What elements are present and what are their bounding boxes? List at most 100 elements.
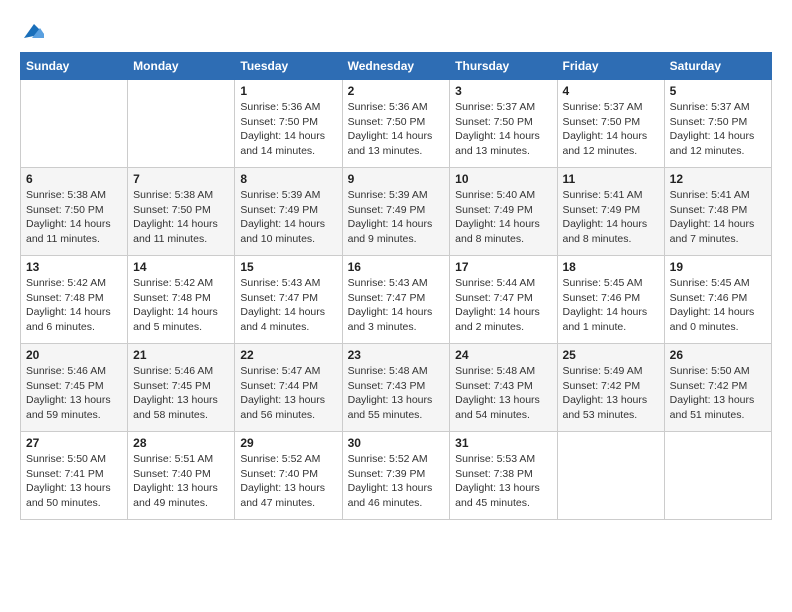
- day-number: 31: [455, 436, 551, 450]
- day-number: 11: [563, 172, 659, 186]
- calendar-cell: 17Sunrise: 5:44 AM Sunset: 7:47 PM Dayli…: [450, 256, 557, 344]
- day-info: Sunrise: 5:50 AM Sunset: 7:41 PM Dayligh…: [26, 453, 111, 509]
- calendar-cell: 1 Sunrise: 5:36 AM Sunset: 7:50 PM Daylig…: [235, 80, 342, 168]
- day-number: 5: [670, 84, 766, 98]
- day-info: Sunrise: 5:38 AM Sunset: 7:50 PM Dayligh…: [26, 189, 111, 245]
- day-info: Sunrise: 5:39 AM Sunset: 7:49 PM Dayligh…: [348, 189, 433, 245]
- weekday-header: Saturday: [664, 53, 771, 80]
- day-number: 21: [133, 348, 229, 362]
- day-number: 7: [133, 172, 229, 186]
- day-number: 3: [455, 84, 551, 98]
- day-info: Sunrise: 5:41 AM Sunset: 7:49 PM Dayligh…: [563, 189, 648, 245]
- calendar-row: 20 Sunrise: 5:46 AM Sunset: 7:45 PM Dayli…: [21, 344, 772, 432]
- day-info: Sunrise: 5:47 AM Sunset: 7:44 PM Dayligh…: [240, 365, 325, 421]
- calendar-cell: 22 Sunrise: 5:47 AM Sunset: 7:44 PM Dayli…: [235, 344, 342, 432]
- day-number: 30: [348, 436, 445, 450]
- weekday-header: Tuesday: [235, 53, 342, 80]
- day-info: Sunrise: 5:50 AM Sunset: 7:42 PM Dayligh…: [670, 365, 755, 421]
- calendar-table: SundayMondayTuesdayWednesdayThursdayFrid…: [20, 52, 772, 520]
- weekday-header: Thursday: [450, 53, 557, 80]
- calendar-cell: 6 Sunrise: 5:38 AM Sunset: 7:50 PM Daylig…: [21, 168, 128, 256]
- calendar-row: 6 Sunrise: 5:38 AM Sunset: 7:50 PM Daylig…: [21, 168, 772, 256]
- day-info: Sunrise: 5:36 AM Sunset: 7:50 PM Dayligh…: [240, 101, 325, 157]
- day-info: Sunrise: 5:42 AM Sunset: 7:48 PM Dayligh…: [26, 277, 111, 333]
- page-header: [20, 20, 772, 42]
- day-number: 28: [133, 436, 229, 450]
- day-info: Sunrise: 5:52 AM Sunset: 7:40 PM Dayligh…: [240, 453, 325, 509]
- day-number: 8: [240, 172, 336, 186]
- calendar-cell: 19 Sunrise: 5:45 AM Sunset: 7:46 PM Dayli…: [664, 256, 771, 344]
- day-number: 15: [240, 260, 336, 274]
- calendar-cell: 23 Sunrise: 5:48 AM Sunset: 7:43 PM Dayli…: [342, 344, 450, 432]
- calendar-cell: 8Sunrise: 5:39 AM Sunset: 7:49 PM Daylig…: [235, 168, 342, 256]
- calendar-cell: 25 Sunrise: 5:49 AM Sunset: 7:42 PM Dayli…: [557, 344, 664, 432]
- day-info: Sunrise: 5:46 AM Sunset: 7:45 PM Dayligh…: [133, 365, 218, 421]
- calendar-cell: 7 Sunrise: 5:38 AM Sunset: 7:50 PM Daylig…: [128, 168, 235, 256]
- calendar-cell: [21, 80, 128, 168]
- weekday-header: Friday: [557, 53, 664, 80]
- calendar-body: 1 Sunrise: 5:36 AM Sunset: 7:50 PM Daylig…: [21, 80, 772, 520]
- weekday-header: Monday: [128, 53, 235, 80]
- day-number: 12: [670, 172, 766, 186]
- calendar-cell: 30 Sunrise: 5:52 AM Sunset: 7:39 PM Dayli…: [342, 432, 450, 520]
- day-number: 25: [563, 348, 659, 362]
- calendar-cell: 3 Sunrise: 5:37 AM Sunset: 7:50 PM Daylig…: [450, 80, 557, 168]
- day-number: 27: [26, 436, 122, 450]
- day-info: Sunrise: 5:41 AM Sunset: 7:48 PM Dayligh…: [670, 189, 755, 245]
- day-info: Sunrise: 5:45 AM Sunset: 7:46 PM Dayligh…: [563, 277, 648, 333]
- day-number: 14: [133, 260, 229, 274]
- logo: [20, 20, 44, 42]
- day-number: 22: [240, 348, 336, 362]
- day-number: 24: [455, 348, 551, 362]
- day-number: 18: [563, 260, 659, 274]
- day-info: Sunrise: 5:51 AM Sunset: 7:40 PM Dayligh…: [133, 453, 218, 509]
- day-number: 4: [563, 84, 659, 98]
- day-info: Sunrise: 5:53 AM Sunset: 7:38 PM Dayligh…: [455, 453, 540, 509]
- day-number: 23: [348, 348, 445, 362]
- day-info: Sunrise: 5:45 AM Sunset: 7:46 PM Dayligh…: [670, 277, 755, 333]
- calendar-cell: 29 Sunrise: 5:52 AM Sunset: 7:40 PM Dayli…: [235, 432, 342, 520]
- calendar-cell: [128, 80, 235, 168]
- calendar-cell: 11 Sunrise: 5:41 AM Sunset: 7:49 PM Dayli…: [557, 168, 664, 256]
- day-number: 1: [240, 84, 336, 98]
- calendar-cell: 10 Sunrise: 5:40 AM Sunset: 7:49 PM Dayli…: [450, 168, 557, 256]
- calendar-cell: 26 Sunrise: 5:50 AM Sunset: 7:42 PM Dayli…: [664, 344, 771, 432]
- day-number: 26: [670, 348, 766, 362]
- day-info: Sunrise: 5:43 AM Sunset: 7:47 PM Dayligh…: [348, 277, 433, 333]
- calendar-cell: [664, 432, 771, 520]
- day-number: 29: [240, 436, 336, 450]
- day-info: Sunrise: 5:48 AM Sunset: 7:43 PM Dayligh…: [455, 365, 540, 421]
- day-info: Sunrise: 5:42 AM Sunset: 7:48 PM Dayligh…: [133, 277, 218, 333]
- day-info: Sunrise: 5:43 AM Sunset: 7:47 PM Dayligh…: [240, 277, 325, 333]
- calendar-cell: [557, 432, 664, 520]
- day-number: 19: [670, 260, 766, 274]
- day-info: Sunrise: 5:37 AM Sunset: 7:50 PM Dayligh…: [563, 101, 648, 157]
- day-number: 6: [26, 172, 122, 186]
- calendar-row: 27 Sunrise: 5:50 AM Sunset: 7:41 PM Dayli…: [21, 432, 772, 520]
- calendar-cell: 18 Sunrise: 5:45 AM Sunset: 7:46 PM Dayli…: [557, 256, 664, 344]
- day-info: Sunrise: 5:37 AM Sunset: 7:50 PM Dayligh…: [670, 101, 755, 157]
- calendar-cell: 24 Sunrise: 5:48 AM Sunset: 7:43 PM Dayli…: [450, 344, 557, 432]
- day-number: 10: [455, 172, 551, 186]
- day-info: Sunrise: 5:49 AM Sunset: 7:42 PM Dayligh…: [563, 365, 648, 421]
- day-number: 2: [348, 84, 445, 98]
- calendar-cell: 13Sunrise: 5:42 AM Sunset: 7:48 PM Dayli…: [21, 256, 128, 344]
- day-number: 20: [26, 348, 122, 362]
- calendar-cell: 15 Sunrise: 5:43 AM Sunset: 7:47 PM Dayli…: [235, 256, 342, 344]
- day-info: Sunrise: 5:52 AM Sunset: 7:39 PM Dayligh…: [348, 453, 433, 509]
- calendar-cell: 27 Sunrise: 5:50 AM Sunset: 7:41 PM Dayli…: [21, 432, 128, 520]
- calendar-cell: 2 Sunrise: 5:36 AM Sunset: 7:50 PM Daylig…: [342, 80, 450, 168]
- calendar-cell: 14 Sunrise: 5:42 AM Sunset: 7:48 PM Dayli…: [128, 256, 235, 344]
- day-info: Sunrise: 5:44 AM Sunset: 7:47 PM Dayligh…: [455, 277, 540, 333]
- calendar-cell: 16Sunrise: 5:43 AM Sunset: 7:47 PM Dayli…: [342, 256, 450, 344]
- calendar-cell: 28 Sunrise: 5:51 AM Sunset: 7:40 PM Dayli…: [128, 432, 235, 520]
- day-info: Sunrise: 5:46 AM Sunset: 7:45 PM Dayligh…: [26, 365, 111, 421]
- day-info: Sunrise: 5:40 AM Sunset: 7:49 PM Dayligh…: [455, 189, 540, 245]
- calendar-header: SundayMondayTuesdayWednesdayThursdayFrid…: [21, 53, 772, 80]
- calendar-row: 1 Sunrise: 5:36 AM Sunset: 7:50 PM Daylig…: [21, 80, 772, 168]
- day-info: Sunrise: 5:38 AM Sunset: 7:50 PM Dayligh…: [133, 189, 218, 245]
- day-info: Sunrise: 5:48 AM Sunset: 7:43 PM Dayligh…: [348, 365, 433, 421]
- day-info: Sunrise: 5:37 AM Sunset: 7:50 PM Dayligh…: [455, 101, 540, 157]
- calendar-row: 13Sunrise: 5:42 AM Sunset: 7:48 PM Dayli…: [21, 256, 772, 344]
- day-info: Sunrise: 5:36 AM Sunset: 7:50 PM Dayligh…: [348, 101, 433, 157]
